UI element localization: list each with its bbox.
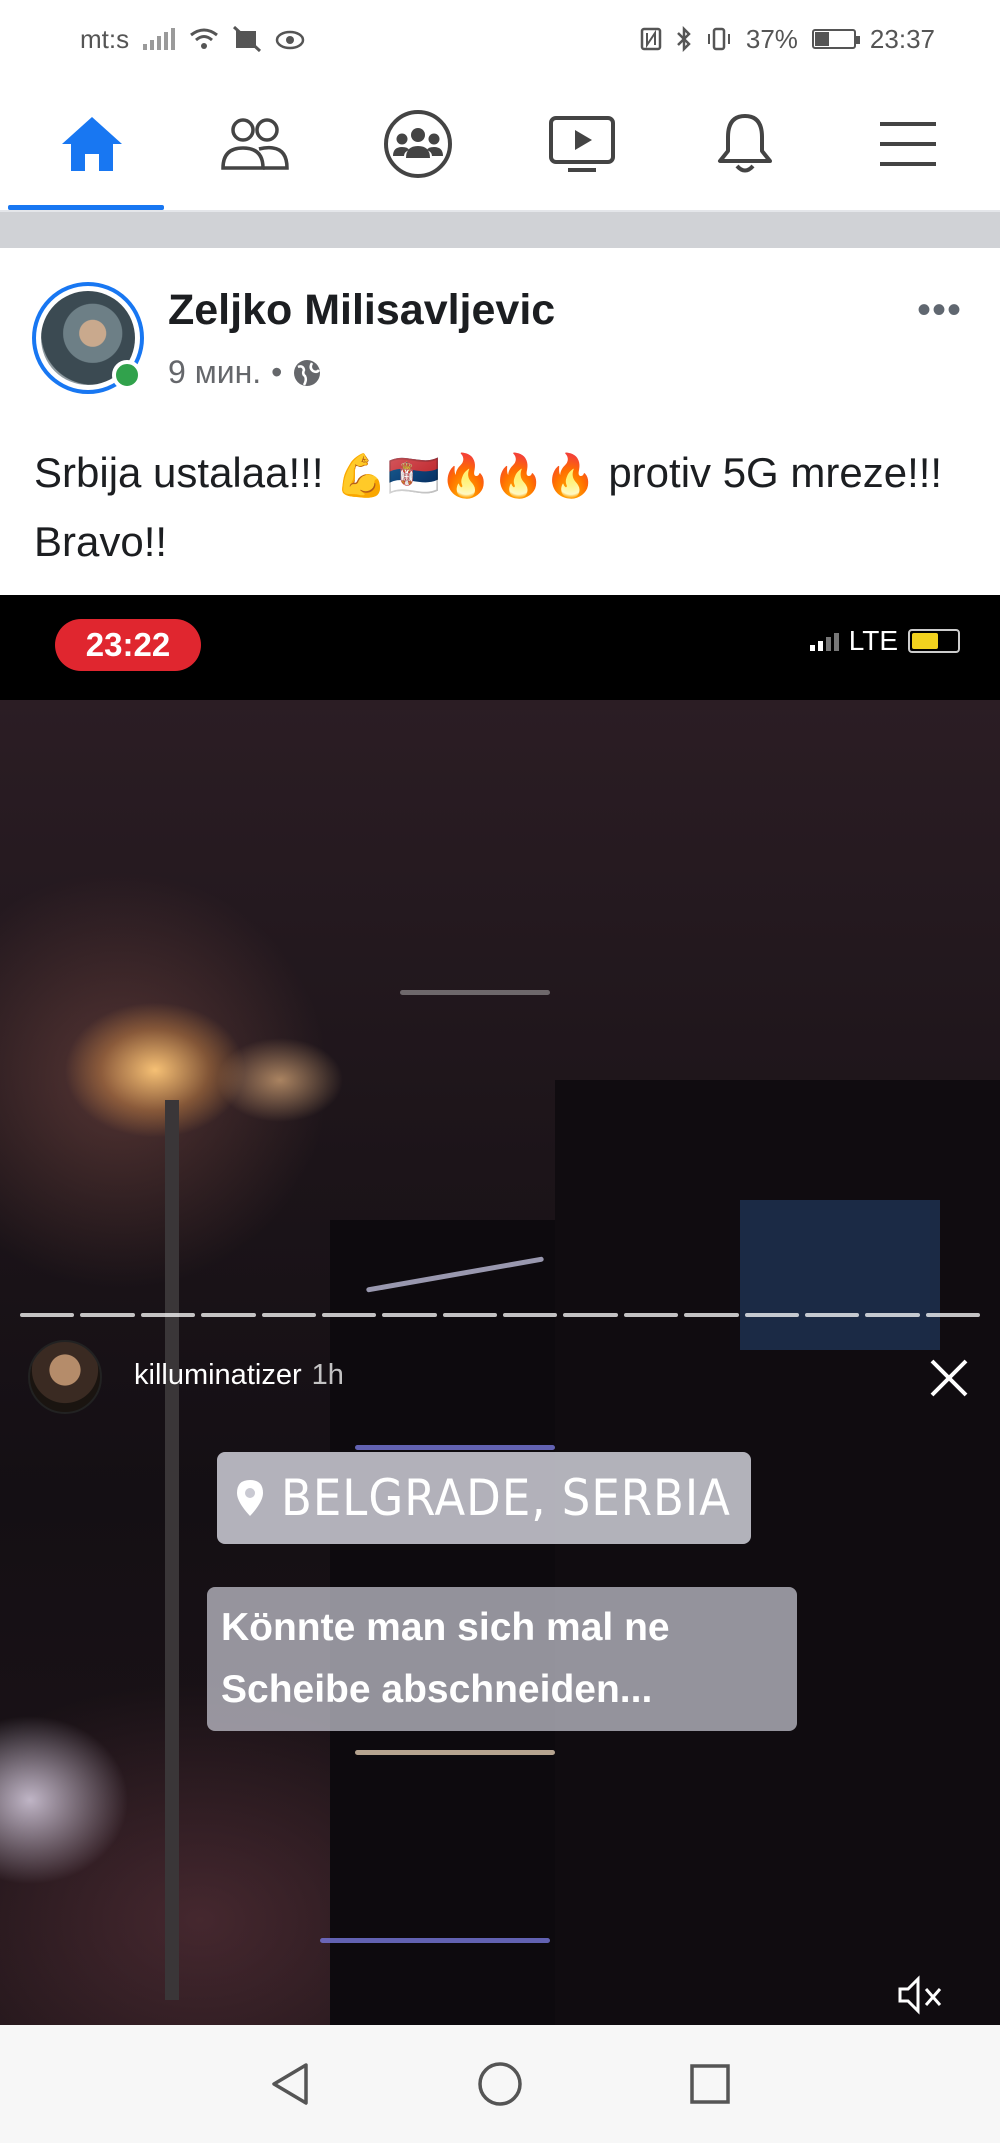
- window-shape: [740, 1200, 940, 1350]
- location-sticker: BELGRADE, SERBIA: [217, 1452, 751, 1544]
- story-progress-segment: [744, 1313, 799, 1317]
- recents-icon: [690, 2064, 730, 2104]
- online-indicator: [112, 360, 142, 390]
- story-progress-segment: [684, 1313, 739, 1317]
- story-username[interactable]: killuminatizer: [134, 1359, 302, 1391]
- bell-icon: [717, 114, 772, 173]
- close-icon[interactable]: [924, 1353, 974, 1403]
- home-button[interactable]: [470, 2054, 530, 2114]
- video-icon: [548, 116, 615, 172]
- location-label: BELGRADE, SERBIA: [281, 1469, 731, 1527]
- post-media[interactable]: 23:22 LTE killuminatizer 1h BELGRADE, SER…: [0, 595, 1000, 2025]
- story-progress-segment: [442, 1313, 497, 1317]
- back-icon: [272, 2063, 308, 2105]
- story-progress-segment: [865, 1313, 920, 1317]
- story-progress-segment: [20, 1313, 75, 1317]
- facebook-tab-bar: [0, 78, 1000, 210]
- story-progress-segment: [804, 1313, 860, 1317]
- status-left: mt:s: [80, 24, 305, 55]
- friends-icon: [221, 118, 289, 170]
- tab-notifications[interactable]: [693, 78, 797, 210]
- mute-icon[interactable]: [896, 1975, 946, 2015]
- story-caption: Könnte man sich mal ne Scheibe abschneid…: [207, 1587, 797, 1731]
- tab-groups[interactable]: [366, 78, 470, 210]
- story-progress-segment: [201, 1313, 256, 1317]
- story-progress-segment: [261, 1313, 316, 1317]
- embedded-battery-icon: [908, 629, 960, 653]
- story-progress-segment: [140, 1313, 196, 1317]
- embedded-signal-icon: [809, 631, 839, 651]
- light-streak: [355, 1445, 555, 1450]
- light-streak: [400, 990, 550, 995]
- post-text: Srbija ustalaa!!! 💪🇷🇸🔥🔥🔥 protiv 5G mreze…: [34, 440, 974, 575]
- battery-icon: [811, 29, 860, 49]
- groups-icon: [384, 110, 453, 178]
- eye-icon: [275, 30, 305, 50]
- recording-clock: 23:22: [55, 619, 201, 671]
- story-progress-segment: [321, 1313, 377, 1317]
- back-button[interactable]: [260, 2054, 320, 2114]
- more-options-button[interactable]: •••: [917, 288, 962, 333]
- home-icon: [62, 117, 122, 171]
- story-progress-bar: [20, 1313, 980, 1317]
- status-right: 37% 23:37: [640, 24, 935, 55]
- light-streak: [355, 1750, 555, 1755]
- location-pin-icon: [237, 1480, 263, 1516]
- story-progress-segment: [382, 1313, 437, 1317]
- light-streak: [320, 1938, 550, 1943]
- post-time[interactable]: 9 мин.: [168, 354, 261, 391]
- recents-button[interactable]: [680, 2054, 740, 2114]
- wifi-icon: [190, 28, 219, 49]
- post-header: Zeljko Milisavljevic 9 мин. • •••: [0, 248, 1000, 418]
- post-meta: 9 мин. •: [168, 354, 322, 391]
- battery-percent: 37%: [745, 23, 798, 54]
- story-progress-segment: [80, 1313, 135, 1317]
- post-text-start: Srbija ustalaa!!!: [34, 449, 324, 496]
- home-circle-icon: [478, 2062, 522, 2106]
- lamp-post: [165, 1100, 179, 2000]
- story-progress-segment: [563, 1313, 618, 1317]
- tab-menu[interactable]: [856, 78, 960, 210]
- hamburger-icon: [879, 122, 936, 166]
- post-author-name[interactable]: Zeljko Milisavljevic: [168, 286, 555, 335]
- android-nav-bar: [0, 2025, 1000, 2143]
- vibrate-icon: [707, 27, 730, 51]
- meta-separator: •: [271, 354, 283, 390]
- status-bar: mt:s 37% 23:37: [0, 0, 1000, 78]
- tab-home[interactable]: [8, 78, 164, 210]
- carrier-label: mt:s: [80, 23, 130, 54]
- story-user-avatar[interactable]: [28, 1340, 102, 1414]
- post-emojis: 💪🇷🇸🔥🔥🔥: [335, 451, 597, 499]
- network-label: LTE: [848, 625, 898, 656]
- no-notifications-icon: [233, 26, 262, 52]
- story-user: killuminatizer 1h: [134, 1359, 344, 1392]
- status-time: 23:37: [869, 23, 935, 54]
- feed-divider: [0, 210, 1000, 248]
- globe-icon: [294, 359, 321, 386]
- tab-watch[interactable]: [530, 78, 634, 210]
- embedded-status-bar: 23:22 LTE: [0, 595, 1000, 700]
- nfc-icon: [640, 27, 662, 51]
- story-progress-segment: [925, 1313, 980, 1317]
- story-progress-segment: [623, 1313, 679, 1317]
- embedded-network: LTE: [809, 625, 960, 657]
- tab-friends[interactable]: [203, 78, 307, 210]
- signal-icon: [143, 28, 176, 50]
- embedded-battery-fill: [912, 633, 938, 649]
- story-age: 1h: [311, 1359, 344, 1391]
- battery-fill: [814, 32, 829, 46]
- story-progress-segment: [503, 1313, 558, 1317]
- bluetooth-icon: [676, 26, 691, 52]
